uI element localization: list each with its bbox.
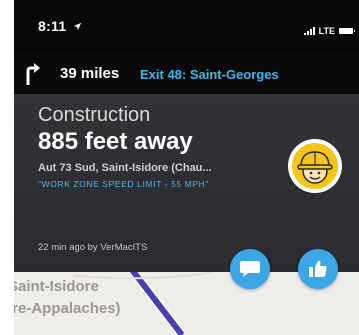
alert-location: Aut 73 Sud, Saint-Isidore (Chau... <box>38 162 212 174</box>
signal-icon <box>303 27 315 35</box>
phone-screen: 8:11 LTE 39 miles Exit 48: Saint-Georges <box>14 0 359 335</box>
status-time: 8:11 <box>38 18 82 34</box>
turn-right-arrow-icon <box>26 63 40 85</box>
status-bar: 8:11 LTE <box>14 0 359 52</box>
alert-reported-time: 22 min ago by VerMacITS <box>38 242 148 253</box>
distance-to-turn: 39 miles <box>60 65 120 82</box>
alert-distance: 885 feet away <box>38 128 193 155</box>
map-label-region: (Chaudière-Appalaches) <box>14 300 121 317</box>
battery-icon <box>339 28 355 34</box>
alert-card[interactable]: Construction 885 feet away Aut 73 Sud, S… <box>14 94 359 272</box>
location-arrow-icon <box>73 22 81 31</box>
alert-note: "WORK ZONE SPEED LIMIT - 55 MPH" <box>38 179 210 189</box>
thumbs-up-icon <box>309 260 327 277</box>
thumbs-up-button[interactable] <box>298 249 338 289</box>
navigation-instruction-bar[interactable]: 39 miles Exit 48: Saint-Georges <box>14 52 359 94</box>
network-type: LTE <box>318 26 335 36</box>
map-label-city: Saint-Isidore <box>14 278 99 295</box>
exit-name: Exit 48: Saint-Georges <box>140 67 279 82</box>
construction-worker-icon <box>288 139 342 193</box>
comment-bubble-icon <box>240 261 260 277</box>
comment-button[interactable] <box>230 249 270 289</box>
status-indicators: LTE <box>303 26 355 36</box>
status-time-text: 8:11 <box>38 18 67 34</box>
alert-type: Construction <box>38 104 151 126</box>
